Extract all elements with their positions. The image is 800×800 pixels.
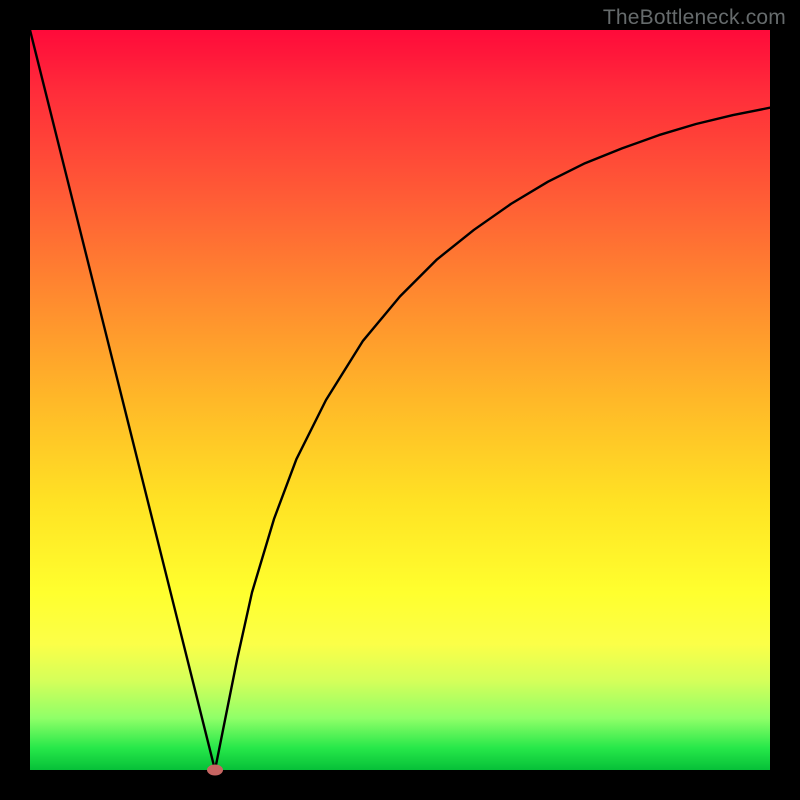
bottleneck-curve — [30, 30, 770, 770]
watermark-text: TheBottleneck.com — [603, 6, 786, 30]
plot-area — [30, 30, 770, 770]
chart-frame: TheBottleneck.com — [0, 0, 800, 800]
curve-layer — [30, 30, 770, 770]
optimum-marker — [207, 765, 223, 776]
